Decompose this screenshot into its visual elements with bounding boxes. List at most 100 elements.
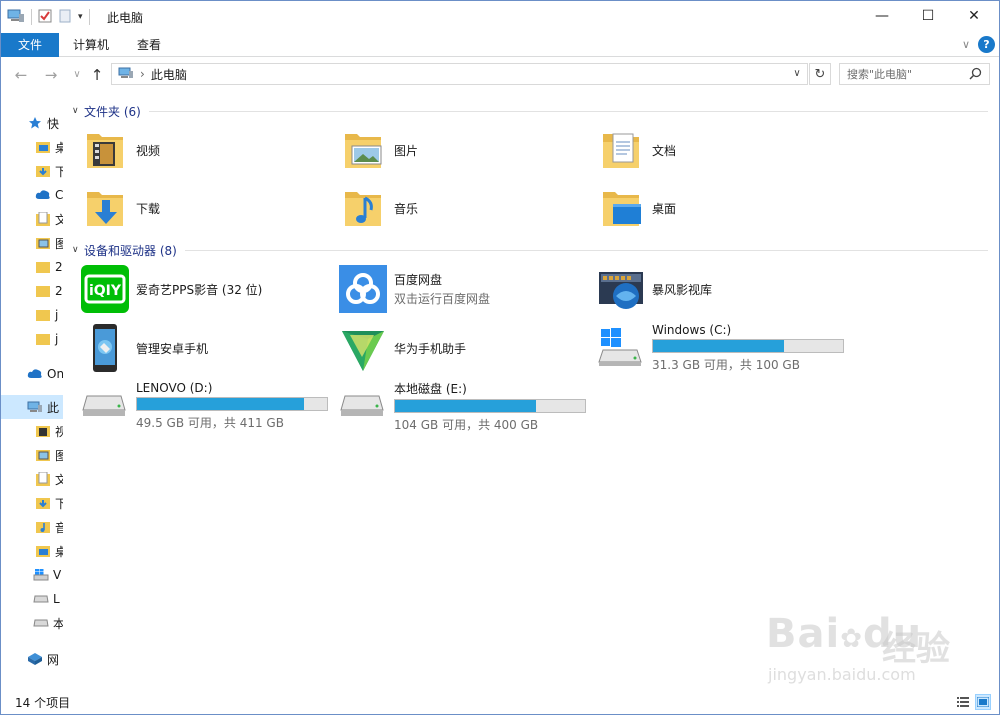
recent-locations-button[interactable]: ∨ — [67, 66, 87, 84]
refresh-button[interactable]: ↻ — [809, 63, 831, 85]
drive-usage-fill — [653, 340, 784, 352]
sidebar-item-music[interactable]: 音 — [1, 515, 63, 539]
details-view-icon[interactable] — [955, 694, 971, 710]
device-info: 百度网盘 双击运行百度网盘 — [394, 271, 490, 307]
sidebar-item-desktop[interactable]: 桌 — [1, 539, 63, 563]
sidebar-item-lenovo-drive[interactable]: L — [1, 587, 63, 611]
downloads-folder-icon — [35, 495, 51, 511]
device-baofeng-library[interactable]: 暴风影视库 — [594, 262, 844, 316]
tab-view[interactable]: 查看 — [123, 33, 175, 57]
group-header-folders[interactable]: ∨ 文件夹 (6) — [72, 101, 994, 121]
close-button[interactable]: ✕ — [951, 1, 997, 31]
folder-pictures[interactable]: 图片 — [336, 123, 586, 177]
sidebar-item-pictures[interactable]: 图 — [1, 231, 63, 255]
tab-computer[interactable]: 计算机 — [59, 33, 123, 57]
this-pc-icon — [27, 399, 43, 415]
device-android-manager[interactable]: 管理安卓手机 — [78, 321, 328, 375]
chevron-down-icon[interactable]: ∨ — [72, 106, 84, 116]
search-input[interactable] — [847, 67, 965, 81]
drive-e[interactable]: 本地磁盘 (E:) 104 GB 可用，共 400 GB — [336, 375, 596, 437]
sidebar-item-videos[interactable]: 视 — [1, 419, 63, 443]
maximize-button[interactable]: ☐ — [905, 1, 951, 31]
sidebar-item-downloads[interactable]: 下 — [1, 491, 63, 515]
address-dropdown-icon[interactable]: ∨ — [789, 66, 805, 82]
sidebar-item-label: L — [53, 592, 60, 606]
drive-icon — [78, 379, 132, 433]
drive-c[interactable]: Windows (C:) 31.3 GB 可用，共 100 GB — [594, 317, 854, 379]
address-bar[interactable]: › 此电脑 ∨ — [111, 63, 808, 85]
chevron-down-icon[interactable]: ∨ — [72, 245, 84, 255]
sidebar-item-quick-access[interactable]: 快 — [1, 111, 63, 135]
navigation-pane[interactable]: 快 桌 下 C 文 图 2 2 j j On 此 视 图 文 下 音 桌 V L… — [1, 93, 63, 688]
sidebar-item-desktop[interactable]: 桌 — [1, 135, 63, 159]
folder-desktop[interactable]: 桌面 — [594, 181, 844, 235]
forward-arrow-icon: → — [44, 66, 58, 84]
documents-folder-icon — [35, 471, 51, 487]
group-header-devices[interactable]: ∨ 设备和驱动器 (8) — [72, 240, 994, 260]
window-title: 此电脑 — [107, 11, 144, 25]
folder-downloads[interactable]: 下载 — [78, 181, 328, 235]
folder-name: 音乐 — [394, 201, 419, 216]
folder-music[interactable]: 音乐 — [336, 181, 586, 235]
drive-d[interactable]: LENOVO (D:) 49.5 GB 可用，共 411 GB — [78, 375, 338, 437]
back-button[interactable]: ← — [11, 66, 31, 84]
breadcrumb-this-pc[interactable]: 此电脑 — [151, 66, 187, 83]
customize-toolbar-icon[interactable]: ▾ — [78, 12, 83, 22]
sidebar-item-this-pc[interactable]: 此 — [1, 395, 63, 419]
search-box[interactable] — [839, 63, 990, 85]
group-title: 文件夹 (6) — [84, 104, 141, 119]
sidebar-item-network[interactable]: 网 — [1, 647, 63, 671]
device-subtitle: 双击运行百度网盘 — [394, 292, 491, 306]
up-button[interactable]: ↑ — [87, 66, 107, 84]
drive-usage-bar — [394, 398, 586, 413]
new-folder-icon[interactable] — [58, 9, 72, 26]
sidebar-item-label: 桌 — [55, 140, 63, 155]
folder-name: 图片 — [394, 143, 419, 158]
minimize-button[interactable]: — — [859, 1, 905, 31]
ribbon-tabs: 文件 计算机 查看 ∨ ? — [1, 33, 999, 57]
sidebar-item-pictures[interactable]: 图 — [1, 443, 63, 467]
folder-name: 下载 — [136, 201, 161, 216]
device-baidu-netdisk[interactable]: 百度网盘 双击运行百度网盘 — [336, 262, 586, 316]
device-name: 爱奇艺PPS影音 (32 位) — [136, 282, 263, 297]
pictures-folder-icon — [35, 447, 51, 463]
sidebar-item-label: C — [55, 188, 63, 202]
view-switcher — [955, 694, 991, 710]
forward-button[interactable]: → — [41, 66, 61, 84]
tab-file[interactable]: 文件 — [1, 33, 59, 57]
close-icon: ✕ — [968, 8, 980, 24]
items-view[interactable]: ∨ 文件夹 (6) 视频 图片 文档 下载 音乐 桌面 ∨ 设备和驱动器 (8)… — [64, 93, 994, 688]
sidebar-item-folder[interactable]: j — [1, 327, 63, 351]
tiles-view-icon[interactable] — [975, 694, 991, 710]
sidebar-item-cloud[interactable]: C — [1, 183, 63, 207]
sidebar-item-folder[interactable]: 2 — [1, 255, 63, 279]
desktop-folder-icon — [35, 139, 51, 155]
folder-icon — [35, 331, 51, 347]
huawei-hisuite-icon — [336, 321, 390, 375]
toolbar-separator — [31, 9, 32, 25]
properties-icon[interactable] — [38, 9, 52, 26]
help-icon[interactable]: ? — [978, 36, 995, 53]
this-pc-app-icon — [7, 9, 25, 26]
sidebar-item-windows-drive[interactable]: V — [1, 563, 63, 587]
sidebar-item-folder[interactable]: j — [1, 303, 63, 327]
breadcrumb-separator[interactable]: › — [140, 67, 145, 81]
folder-name: 视频 — [136, 143, 161, 158]
folder-documents[interactable]: 文档 — [594, 123, 844, 177]
sidebar-item-documents[interactable]: 文 — [1, 207, 63, 231]
device-name: 暴风影视库 — [652, 282, 713, 297]
sidebar-item-label: 下 — [55, 164, 63, 179]
folder-icon — [35, 259, 51, 275]
device-huawei-hisuite[interactable]: 华为手机助手 — [336, 321, 586, 375]
expand-ribbon-icon[interactable]: ∨ — [962, 38, 970, 51]
group-divider — [148, 110, 988, 112]
device-iqiyi[interactable]: iQIY 爱奇艺PPS影音 (32 位) — [78, 262, 328, 316]
folder-videos[interactable]: 视频 — [78, 123, 328, 177]
sidebar-item-onedrive[interactable]: On — [1, 362, 63, 386]
documents-folder-icon — [594, 123, 648, 177]
sidebar-item-downloads[interactable]: 下 — [1, 159, 63, 183]
sidebar-item-local-disk[interactable]: 本 — [1, 611, 63, 635]
sidebar-item-folder[interactable]: 2 — [1, 279, 63, 303]
sidebar-item-documents[interactable]: 文 — [1, 467, 63, 491]
group-title: 设备和驱动器 (8) — [84, 243, 177, 258]
